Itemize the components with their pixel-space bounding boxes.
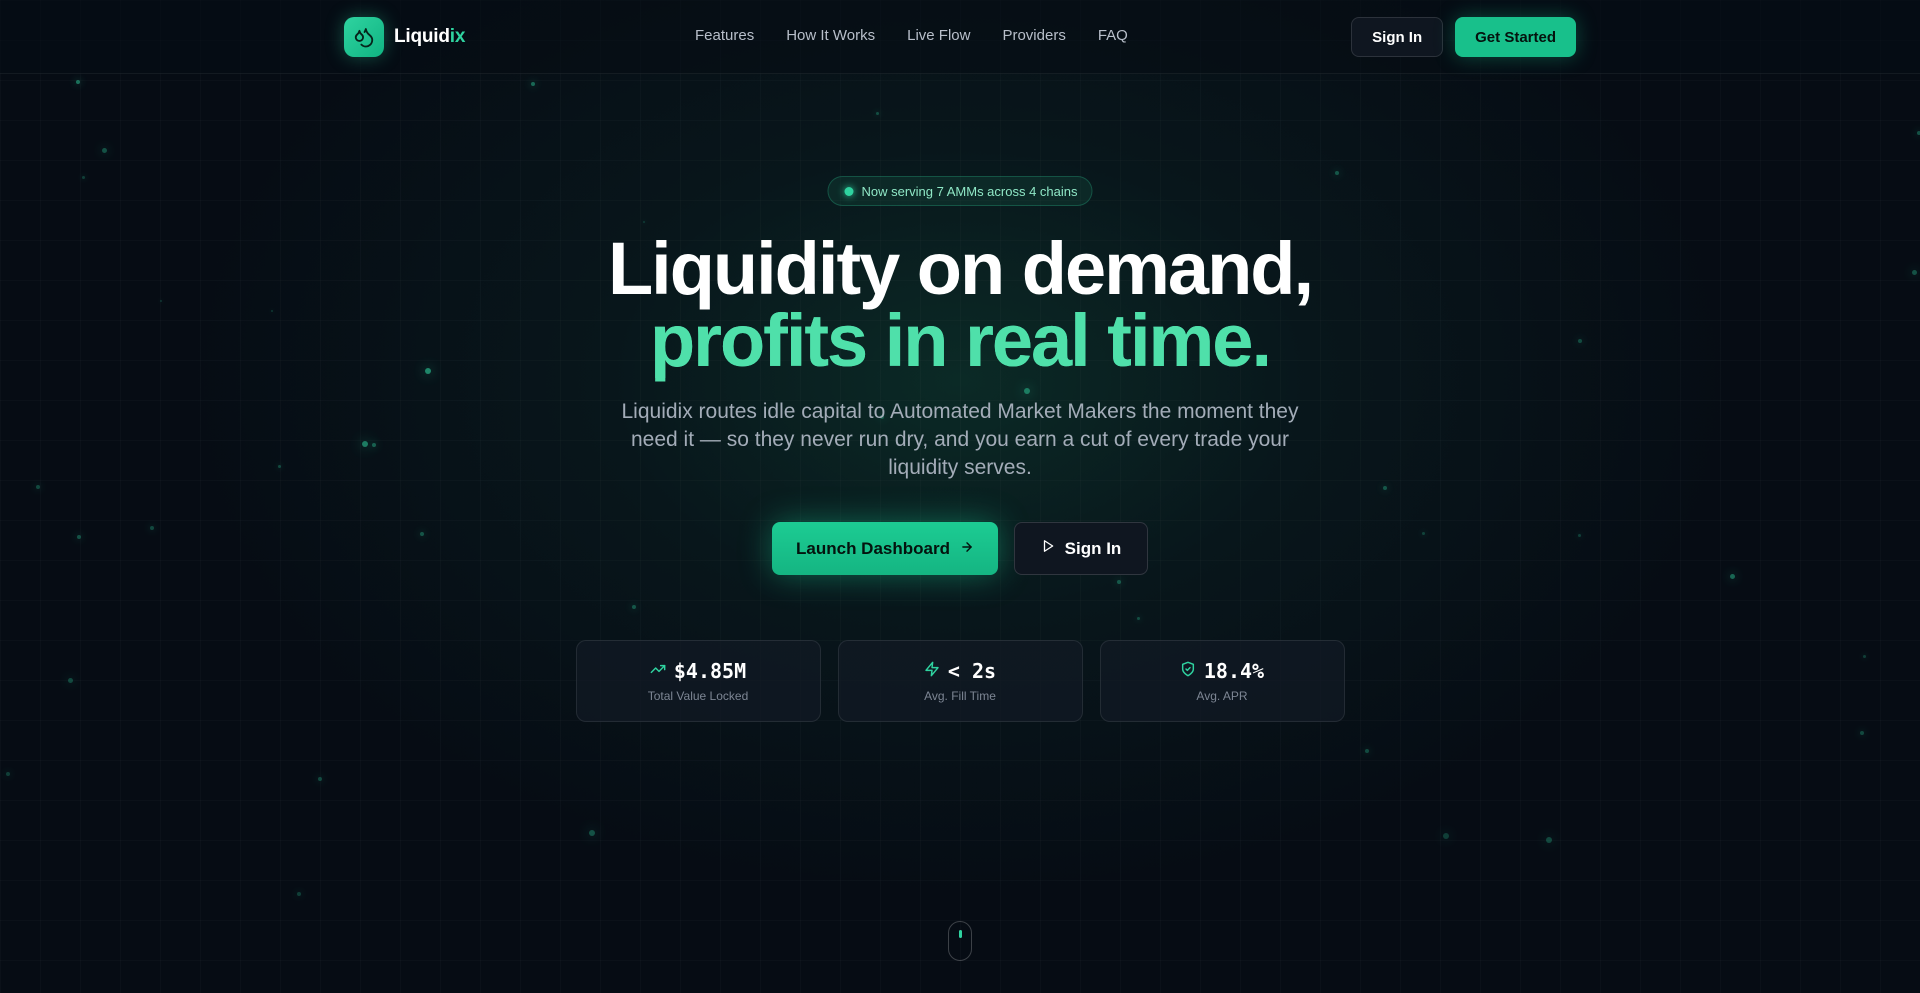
nav-link-live-flow[interactable]: Live Flow <box>907 27 970 44</box>
brand-name: Liquidix <box>394 26 465 48</box>
nav-link-providers[interactable]: Providers <box>1002 27 1065 44</box>
status-badge: Now serving 7 AMMs across 4 chains <box>827 176 1093 206</box>
stat-label: Avg. Fill Time <box>924 689 996 703</box>
background-grid <box>0 0 1920 993</box>
stat-card-fill-time: < 2s Avg. Fill Time <box>837 640 1083 722</box>
stat-value: 18.4% <box>1203 659 1265 683</box>
nav-link-features[interactable]: Features <box>695 27 754 44</box>
live-dot-icon <box>844 186 854 196</box>
brand-name-prefix: Liquid <box>394 26 450 47</box>
nav-link-how-it-works[interactable]: How It Works <box>786 27 875 44</box>
top-navbar: Liquidix Features How It Works Live Flow… <box>0 0 1920 74</box>
droplets-icon <box>344 17 384 57</box>
launch-dashboard-button[interactable]: Launch Dashboard <box>772 522 998 575</box>
stats-row: $4.85M Total Value Locked < 2s Avg. Fill… <box>0 640 1920 722</box>
header-actions: Sign In Get Started <box>1351 17 1576 57</box>
stat-card-tvl: $4.85M Total Value Locked <box>575 640 821 722</box>
header-sign-in-button[interactable]: Sign In <box>1351 17 1444 57</box>
hero-sign-in-button[interactable]: Sign In <box>1014 522 1148 575</box>
hero-headline-line2: profits in real time. <box>0 304 1920 378</box>
nav-link-faq[interactable]: FAQ <box>1098 27 1128 44</box>
launch-dashboard-label: Launch Dashboard <box>796 538 950 558</box>
trending-up-icon <box>650 661 666 682</box>
scroll-down-indicator[interactable] <box>948 921 972 961</box>
main-nav: Features How It Works Live Flow Provider… <box>695 27 1128 44</box>
stat-value: < 2s <box>947 659 997 683</box>
stat-label: Total Value Locked <box>647 689 749 703</box>
status-badge-text: Now serving 7 AMMs across 4 chains <box>861 183 1078 199</box>
hero-subtitle: Liquidix routes idle capital to Automate… <box>621 400 1299 479</box>
zap-icon <box>924 661 940 682</box>
stat-card-apr: 18.4% Avg. APR <box>1099 640 1345 722</box>
arrow-right-icon <box>960 539 974 559</box>
brand-logo[interactable]: Liquidix <box>344 17 465 57</box>
hero-cta-row: Launch Dashboard Sign In <box>0 522 1920 575</box>
stat-label: Avg. APR <box>1196 689 1248 703</box>
hero-sign-in-label: Sign In <box>1064 538 1122 558</box>
play-icon <box>1041 538 1055 559</box>
stat-value: $4.85M <box>673 659 747 683</box>
hero-headline-line1: Liquidity on demand, <box>607 227 1314 310</box>
get-started-button[interactable]: Get Started <box>1455 17 1576 57</box>
brand-name-suffix: ix <box>449 26 466 47</box>
scroll-wheel-icon <box>959 930 962 938</box>
shield-check-icon <box>1180 661 1196 682</box>
